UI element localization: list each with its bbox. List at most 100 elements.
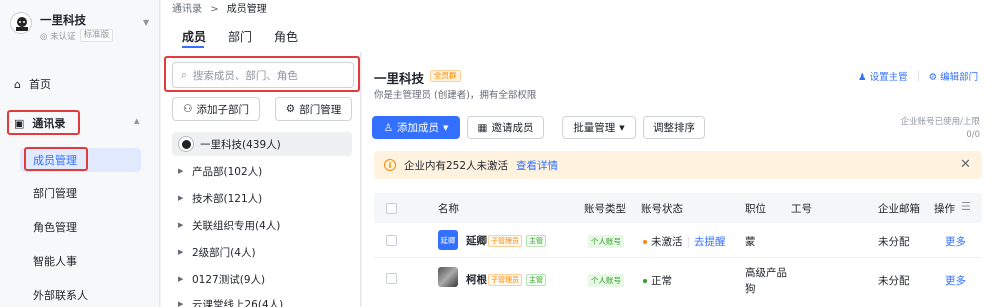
more-link[interactable]: 更多 <box>945 234 966 249</box>
add-user-icon: ♙ <box>383 121 394 134</box>
dept-title: 一里科技 <box>374 71 425 86</box>
add-sub-dept-button[interactable]: ⚇ 添加子部门 <box>172 97 260 121</box>
position: 蒙 <box>745 236 756 248</box>
user-icon: ♟ <box>858 72 867 83</box>
sidebar-item-contacts[interactable]: ▣ 通讯录 <box>14 111 65 135</box>
invite-member-button[interactable]: ▦ 邀请成员 <box>467 116 544 139</box>
col-actions: 操作 <box>934 203 955 215</box>
status-dot <box>643 278 647 283</box>
tree-item[interactable]: ▶ 云课堂线上26(4人) <box>178 293 283 307</box>
dept-manage-button[interactable]: ⚙ 部门管理 <box>275 97 352 121</box>
breadcrumb-current: 成员管理 <box>226 4 267 15</box>
chevron-down-icon: ▼ <box>619 123 625 132</box>
row-checkbox[interactable] <box>386 273 397 284</box>
tree-item[interactable]: ▶ 技术部(121人) <box>178 187 262 209</box>
tab-bar: 成员 部门 角色 <box>182 28 298 45</box>
sidebar-item-member-manage[interactable]: 成员管理 <box>33 149 77 171</box>
more-link[interactable]: 更多 <box>945 273 966 288</box>
adjust-sort-button[interactable]: 调整排序 <box>643 116 705 139</box>
sidebar-item-external-contacts[interactable]: 外部联系人 <box>33 284 88 306</box>
sub-admin-tag: 子管理员 <box>488 235 522 247</box>
batch-manage-button[interactable]: 批量管理 ▼ <box>562 116 636 139</box>
info-icon: i <box>384 159 396 171</box>
breadcrumb: 通讯录 > 成员管理 <box>172 0 267 15</box>
tab-members[interactable]: 成员 <box>182 28 206 45</box>
all-staff-group-tag[interactable]: 全员群 <box>430 70 461 82</box>
sidebar-item-home[interactable]: ⌂ 首页 <box>14 72 51 96</box>
set-manager-link[interactable]: ♟ 设置主管 <box>858 69 908 83</box>
tree-item[interactable]: ▶ 产品部(102人) <box>178 160 262 182</box>
expand-arrow-icon: ▶ <box>178 221 184 229</box>
contacts-icon: ▣ <box>14 116 25 130</box>
divider <box>917 71 919 81</box>
account-quota: 企业账号已使用/上限 0/0 <box>900 117 980 140</box>
email: 未分配 <box>878 275 910 287</box>
tree-item[interactable]: ▶ 2级部门(4人) <box>178 241 256 263</box>
avatar: 延卿 <box>438 230 458 250</box>
collapse-chevron-icon[interactable]: ▲ <box>134 117 139 125</box>
expand-arrow-icon: ▶ <box>178 167 184 175</box>
gear-icon: ⚙ <box>928 72 938 83</box>
manager-tag: 主管 <box>526 274 546 286</box>
org-avatar-icon <box>178 136 194 152</box>
row-checkbox[interactable] <box>386 235 397 246</box>
expand-arrow-icon: ▶ <box>178 248 184 256</box>
acct-type-badge: 个人账号 <box>588 274 624 287</box>
expand-arrow-icon: ▶ <box>178 194 184 202</box>
org-badges: ◎ 未认证 标准版 <box>40 29 114 42</box>
breadcrumb-root[interactable]: 通讯录 <box>172 4 202 15</box>
edit-dept-link[interactable]: ⚙ 编辑部门 <box>929 69 979 83</box>
column-settings-icon[interactable]: ☰ <box>961 200 971 213</box>
manager-tag: 主管 <box>526 235 546 247</box>
col-acct-status: 账号状态 <box>641 203 683 215</box>
home-icon: ⌂ <box>14 77 21 91</box>
tree-item[interactable]: ▶ 关联组织专用(4人) <box>178 214 280 236</box>
col-acct-type: 账号类型 <box>584 203 626 215</box>
acct-type-badge: 个人账号 <box>588 235 624 248</box>
sidebar-item-role-manage[interactable]: 角色管理 <box>33 216 77 238</box>
member-name[interactable]: 延卿 <box>466 233 487 248</box>
tab-roles[interactable]: 角色 <box>274 28 298 45</box>
dept-actions: ♟ 设置主管 ⚙ 编辑部门 <box>858 69 978 83</box>
view-details-link[interactable]: 查看详情 <box>516 158 558 173</box>
tree-item-root[interactable]: 一里科技(439人) <box>178 133 281 155</box>
org-switch-chevron-icon[interactable]: ▼ <box>143 18 149 27</box>
search-icon: ⌕ <box>181 68 187 81</box>
expand-arrow-icon: ▶ <box>178 275 184 283</box>
tree-item[interactable]: ▶ 0127测试(9人) <box>178 268 265 290</box>
status-dot <box>643 239 647 244</box>
col-name: 名称 <box>438 203 459 215</box>
remind-link[interactable]: 去提醒 <box>694 234 726 249</box>
org-name[interactable]: 一里科技 <box>40 12 86 28</box>
select-all-checkbox[interactable] <box>386 203 397 214</box>
add-member-button[interactable]: ♙ 添加成员 ▼ <box>372 116 460 139</box>
acct-status: 未激活 | 去提醒 <box>643 234 726 249</box>
permission-subtitle: 你是主管理员 (创建者)，拥有全部权限 <box>374 90 537 101</box>
divider: | <box>686 235 691 248</box>
col-employee-id: 工号 <box>791 203 812 215</box>
sidebar-item-smart-hr[interactable]: 智能人事 <box>33 250 77 272</box>
expand-arrow-icon: ▶ <box>178 300 184 307</box>
inactive-banner: i 企业内有252人未激活 查看详情 <box>374 151 982 179</box>
close-icon[interactable]: ✕ <box>960 157 971 172</box>
acct-status: 正常 <box>643 273 672 288</box>
col-position: 职位 <box>745 203 766 215</box>
sub-admin-tag: 子管理员 <box>488 274 522 286</box>
member-name[interactable]: 柯根 <box>466 272 487 287</box>
avatar <box>438 267 458 287</box>
edition-badge: 标准版 <box>79 29 114 42</box>
email: 未分配 <box>878 236 910 248</box>
qr-icon: ▦ <box>477 121 488 134</box>
sidebar-item-dept-manage[interactable]: 部门管理 <box>33 182 77 204</box>
unverified-badge: ◎ 未认证 <box>40 31 76 42</box>
position: 高级产品狗 <box>745 267 787 295</box>
col-email: 企业邮箱 <box>878 203 920 215</box>
chevron-down-icon: ▼ <box>443 123 449 132</box>
row-divider <box>374 257 982 258</box>
breadcrumb-separator: > <box>210 4 219 15</box>
search-input[interactable]: ⌕ 搜索成员、部门、角色 <box>172 62 354 88</box>
settings-icon: ⚙ <box>285 103 296 115</box>
tab-departments[interactable]: 部门 <box>228 28 252 45</box>
tab-underline <box>182 46 204 48</box>
add-dept-icon: ⚇ <box>183 103 193 115</box>
